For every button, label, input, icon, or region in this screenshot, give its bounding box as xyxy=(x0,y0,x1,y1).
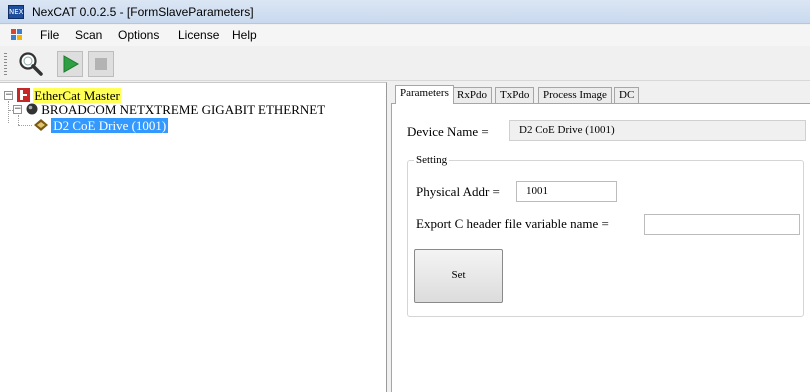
tab-rxpdo[interactable]: RxPdo xyxy=(452,87,492,103)
tree-node-device[interactable]: D2 CoE Drive (1001) xyxy=(34,118,169,134)
title-bar: NEX NexCAT 0.0.2.5 - [FormSlaveParameter… xyxy=(0,0,810,24)
device-tree[interactable]: − EtherCat Master − BROADCOM NETXTREME G… xyxy=(0,82,387,392)
menu-scan[interactable]: Scan xyxy=(73,28,104,42)
network-adapter-icon xyxy=(26,103,38,115)
window-title: NexCAT 0.0.2.5 - [FormSlaveParameters] xyxy=(32,5,254,19)
tree-node-adapter[interactable]: BROADCOM NETXTREME GIGABIT ETHERNET xyxy=(26,102,325,118)
tree-label-adapter: BROADCOM NETXTREME GIGABIT ETHERNET xyxy=(41,102,326,117)
tab-txpdo[interactable]: TxPdo xyxy=(495,87,535,103)
slave-device-icon xyxy=(34,119,48,131)
stop-icon[interactable] xyxy=(88,51,114,77)
device-name-field[interactable]: D2 CoE Drive (1001) xyxy=(509,120,806,141)
set-button[interactable]: Set xyxy=(414,249,503,303)
tree-label-device: D2 CoE Drive (1001) xyxy=(51,118,169,133)
tab-dc[interactable]: DC xyxy=(614,87,640,103)
parameters-panel: Device Name = D2 CoE Drive (1001) Settin… xyxy=(391,103,810,392)
tab-process-image[interactable]: Process Image xyxy=(538,87,612,103)
mdi-child-window-icon[interactable] xyxy=(11,29,24,41)
device-name-label: Device Name = xyxy=(407,124,489,139)
physical-addr-input[interactable]: 1001 xyxy=(516,181,617,202)
physical-addr-label: Physical Addr = xyxy=(416,184,500,199)
run-icon[interactable] xyxy=(57,51,83,77)
export-c-header-input[interactable] xyxy=(644,214,800,235)
toolbar xyxy=(0,47,810,81)
menu-options[interactable]: Options xyxy=(116,28,161,42)
collapse-icon-adapter[interactable]: − xyxy=(13,105,22,114)
scan-search-icon[interactable] xyxy=(18,51,44,77)
toolbar-grip[interactable] xyxy=(4,53,7,75)
tab-parameters[interactable]: Parameters xyxy=(395,85,454,104)
menu-help[interactable]: Help xyxy=(230,28,259,42)
setting-group-title: Setting xyxy=(414,154,450,166)
app-icon: NEX xyxy=(8,5,24,19)
menu-file[interactable]: File xyxy=(38,28,61,42)
menu-bar: File Scan Options License Help xyxy=(0,25,810,46)
tree-label-root: EtherCat Master xyxy=(33,88,121,103)
export-c-header-label: Export C header file variable name = xyxy=(416,216,609,231)
collapse-icon-root[interactable]: − xyxy=(4,91,13,100)
menu-license[interactable]: License xyxy=(176,28,221,42)
master-icon xyxy=(17,88,30,102)
